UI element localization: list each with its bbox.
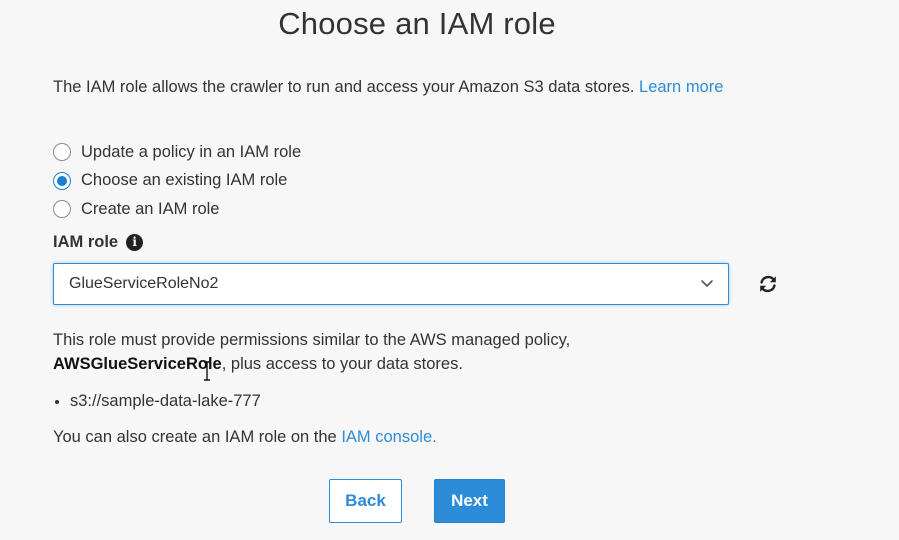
option-update-policy[interactable]: Update a policy in an IAM role <box>53 138 301 167</box>
option-create-role-label: Create an IAM role <box>81 199 220 218</box>
chevron-down-icon <box>701 280 713 287</box>
option-choose-existing-label: Choose an existing IAM role <box>81 171 288 190</box>
note-line2-suffix: , plus access to your data stores. <box>221 355 463 373</box>
option-update-policy-label: Update a policy in an IAM role <box>81 142 302 161</box>
iam-console-suffix: . <box>432 428 437 446</box>
radio-update-policy[interactable] <box>53 143 71 162</box>
page-title: Choose an IAM role <box>278 6 556 41</box>
data-store-path: s3://sample-data-lake-777 <box>70 392 261 410</box>
refresh-icon[interactable] <box>757 273 779 295</box>
policy-name: AWSGlueServiceRole <box>53 355 222 373</box>
radio-choose-existing[interactable] <box>53 171 71 190</box>
description-text: The IAM role allows the crawler to run a… <box>53 78 640 96</box>
iam-console-prefix: You can also create an IAM role on the <box>53 428 342 446</box>
iam-role-select[interactable]: GlueServiceRoleNo2 <box>53 263 729 305</box>
iam-console-note: You can also create an IAM role on the I… <box>53 428 437 447</box>
iam-role-selected-value: GlueServiceRoleNo2 <box>69 275 219 292</box>
iam-role-label: IAM role i <box>53 233 144 252</box>
option-choose-existing[interactable]: Choose an existing IAM role <box>53 167 301 196</box>
radio-create-role[interactable] <box>53 200 71 219</box>
permissions-note: This role must provide permissions simil… <box>53 328 753 376</box>
choose-iam-role-page: Choose an IAM role The IAM role allows t… <box>0 0 899 540</box>
iam-role-label-text: IAM role <box>53 233 119 251</box>
description: The IAM role allows the crawler to run a… <box>53 75 813 99</box>
note-line1: This role must provide permissions simil… <box>53 331 571 349</box>
back-button[interactable]: Back <box>329 479 402 523</box>
learn-more-link[interactable]: Learn more <box>639 78 723 96</box>
info-icon[interactable]: i <box>126 234 144 251</box>
data-store-list-item: s3://sample-data-lake-777 <box>53 392 261 411</box>
option-create-role[interactable]: Create an IAM role <box>53 195 301 224</box>
iam-role-option-group: Update a policy in an IAM role Choose an… <box>53 138 301 224</box>
next-button[interactable]: Next <box>434 479 505 523</box>
iam-console-link[interactable]: IAM console <box>341 428 432 446</box>
bullet-dot <box>55 399 59 404</box>
text-cursor-icon <box>204 361 210 381</box>
